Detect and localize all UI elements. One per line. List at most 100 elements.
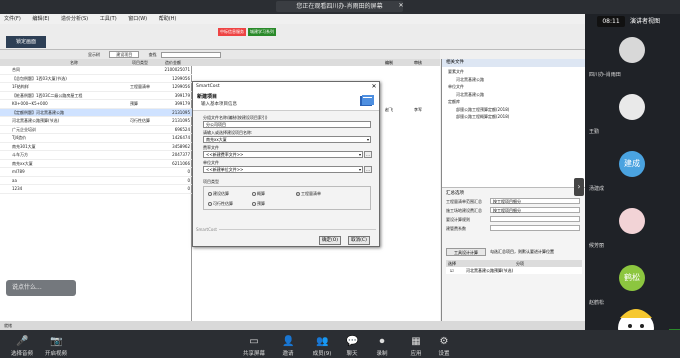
tree-row[interactable]: 【桩基例题】1西03C二级公路房屋工程 399179	[0, 92, 192, 100]
participant-tile[interactable]: 建成 汤建成	[585, 144, 680, 201]
speaker-view-button[interactable]: 演讲者视图	[630, 16, 676, 27]
tree-row[interactable]: aa 0	[0, 177, 192, 185]
col-reviewer: 审核	[414, 60, 422, 65]
invite-icon: 👤	[282, 336, 295, 347]
menu-tools[interactable]: 工具(T)	[100, 16, 117, 22]
col-compiler: 编制	[385, 60, 393, 65]
participant-tile[interactable]: 候芳丽	[585, 201, 680, 258]
participant-tile[interactable]: 王勤	[585, 87, 680, 144]
ok-button[interactable]: 确定(O)	[319, 236, 341, 245]
menu-help[interactable]: 帮助(H)	[159, 16, 177, 22]
search-label[interactable]: 查找	[149, 52, 157, 57]
new-project-dialog: SmartCost ✕ 新建项目 输入基本项目信息 分组文件名称/编制(按建设项…	[192, 81, 380, 247]
banner-close-icon[interactable]: ✕	[397, 2, 405, 10]
side-panel-toggle-icon[interactable]: ›	[574, 178, 584, 196]
tree-row[interactable]: TJ4造价 1426474	[0, 134, 192, 143]
chevron-down-icon: ▾	[358, 152, 361, 157]
tree-row[interactable]: 南充xx大厦 6211066	[0, 160, 192, 168]
mid-header: 编制 审核	[192, 59, 440, 66]
camera-button[interactable]: 📷 开启视频	[36, 336, 76, 357]
shared-screen: 文件(F) 编辑(E) 造价分析(S) 工具(T) 窗口(W) 帮助(H) 中标…	[0, 14, 585, 330]
project-type-label: 项目类型	[203, 179, 219, 184]
toolbar-label: 录制	[376, 351, 388, 357]
project-type-group: 建设估算 概算 工程量清单 可行性估算 预算	[203, 186, 371, 210]
chat-input-chip[interactable]: 说点什么...	[6, 280, 76, 296]
unit-file-browse-button[interactable]: …	[364, 166, 372, 173]
summary-field-value[interactable]: 按工程项目细分	[490, 207, 580, 213]
settings-button[interactable]: ⚙ 设置	[424, 336, 464, 357]
toolbar-label: 设置	[438, 351, 450, 357]
cancel-button[interactable]: 取消(C)	[348, 236, 370, 245]
radio-feasibility[interactable]: 可行性估算	[208, 201, 233, 207]
menu-file[interactable]: 文件(F)	[4, 16, 21, 22]
tree-row[interactable]: 1F结构样 工程量清单 1299056	[0, 83, 192, 92]
tree-row[interactable]: 广元企业培训 696524	[0, 126, 192, 134]
tool-calc-button[interactable]: 工具设计计算	[446, 248, 486, 256]
summary-hint: 勾选汇总项目，则默认要进计算位置	[490, 249, 554, 254]
related-file-item[interactable]: 部颁公路工程概算定额(2018)	[442, 113, 585, 121]
related-files-title: 相关文件	[442, 59, 585, 67]
menu-edit[interactable]: 编辑(E)	[32, 16, 49, 22]
settings-icon: ⚙	[439, 336, 449, 347]
tree-row[interactable]: 斗车万方 2047377	[0, 151, 192, 160]
checkbox-icon[interactable]: ☑	[450, 267, 454, 274]
avatar: 鹤松	[619, 265, 645, 291]
related-file-item[interactable]: 定额库	[442, 98, 585, 106]
summary-list-row[interactable]: ☑ 河北黑基建公路预算(节选)	[446, 267, 582, 274]
lock-view-button[interactable]: 锁定画面	[6, 36, 46, 48]
dialog-brand: SmartCost	[196, 227, 219, 232]
summary-field-label: 建管费系数	[446, 226, 466, 231]
dialog-separator	[196, 229, 376, 230]
app-toolbar: 中标信息服务 城建学习系列	[0, 24, 585, 50]
fee-file-select[interactable]: <<新建费率文件>> ▾	[203, 151, 363, 158]
tree-row[interactable]: 河北黑基建公路预算(节选) 可行性估算 2131095	[0, 117, 192, 126]
related-file-item[interactable]: 单位文件	[442, 83, 585, 91]
tree-row[interactable]: ml789 0	[0, 168, 192, 177]
summary-field-value[interactable]: 按工程项目细分	[490, 198, 580, 204]
project-name-select[interactable]: 南充xx大厦 ▾	[203, 136, 371, 143]
tree-row[interactable]: 合同 2100025071	[0, 66, 192, 75]
camera-icon: 📷	[50, 336, 63, 347]
summary-options-panel: 汇总选项 工程量清单范围汇总 按工程项目细分 施工场地建设费汇总 按工程项目细分 要设计…	[442, 187, 585, 321]
group-input[interactable]: 分公司项目	[203, 121, 371, 128]
tree-row[interactable]: K0+000~K5+000 预算 399179	[0, 100, 192, 109]
radio-budget[interactable]: 预算	[252, 201, 265, 207]
summary-field-value[interactable]	[490, 225, 580, 231]
toolbar-badge-bid[interactable]: 中标信息服务	[218, 28, 246, 36]
unit-file-select[interactable]: <<新建单位文件>> ▾	[203, 166, 363, 173]
chat-icon: 💬	[346, 336, 359, 347]
menu-window[interactable]: 窗口(W)	[128, 16, 147, 22]
menu-analysis[interactable]: 造价分析(S)	[61, 16, 88, 22]
summary-list-header: 选择 分项	[446, 260, 582, 267]
avatar	[619, 94, 645, 120]
fee-file-browse-button[interactable]: …	[364, 151, 372, 158]
related-file-item[interactable]: 河北黑基建公路	[442, 91, 585, 99]
related-file-item[interactable]: 要素文件	[442, 68, 585, 76]
col-name: 名称	[70, 60, 78, 65]
tree-row[interactable]: 【总包例题】1西03大厦(节选) 1299056	[0, 75, 192, 83]
tree-row[interactable]: 1234 0	[0, 185, 192, 194]
radio-bill-quantity[interactable]: 工程量清单	[296, 191, 321, 197]
related-file-item[interactable]: 河北黑基建公路	[442, 76, 585, 84]
toolbar-label: 应用	[410, 351, 422, 357]
participant-name: 四川办-肖雨田	[589, 72, 621, 78]
sharing-banner: 您正在观看四川办-肖雨田的屏幕	[276, 1, 403, 12]
tree-row[interactable]: 南充301大厦 3458962	[0, 143, 192, 151]
show-tree-label[interactable]: 显示树	[88, 52, 100, 57]
reviewer-value: 李军	[414, 107, 422, 112]
participant-tile[interactable]: 四川办-肖雨田	[585, 30, 680, 87]
toolbar-label: 选择音频	[10, 351, 33, 357]
avatar: 建成	[619, 151, 645, 177]
toolbar-badge-learn[interactable]: 城建学习系列	[248, 28, 276, 36]
radio-build-estimate[interactable]: 建设估算	[208, 191, 229, 197]
related-file-item[interactable]: 部颁公路工程预算定额(2018)	[442, 106, 585, 114]
radio-budget-estimate[interactable]: 概算	[252, 191, 265, 197]
tree-row[interactable]: 【定额例题】河北黑基建公路 2131095	[0, 108, 192, 117]
book-icon	[360, 95, 374, 106]
members-icon: 👥	[316, 336, 329, 347]
col-type: 项目类型	[132, 60, 148, 65]
summary-field-value[interactable]	[490, 216, 580, 222]
search-input[interactable]	[160, 52, 221, 58]
project-filter-select[interactable]: 建设项目	[109, 51, 140, 58]
dialog-close-icon[interactable]: ✕	[369, 82, 379, 91]
